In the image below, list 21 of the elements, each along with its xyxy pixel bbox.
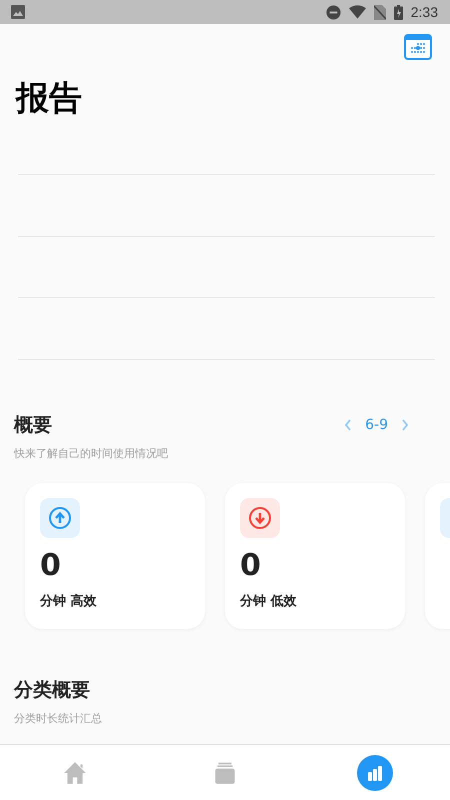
page-title: 报告 bbox=[16, 77, 83, 119]
section-title: 分类概要 bbox=[14, 678, 91, 703]
calendar-icon[interactable] bbox=[404, 34, 432, 60]
house-icon bbox=[62, 760, 88, 786]
wifi-icon bbox=[348, 5, 366, 19]
next-button[interactable] bbox=[400, 418, 410, 432]
previous-button[interactable] bbox=[343, 418, 354, 432]
section-subtitle: 快来了解自己的时间使用情况吧 bbox=[14, 446, 169, 461]
date-range: 6-9 bbox=[365, 417, 388, 433]
image-icon bbox=[11, 5, 25, 19]
stat-label: 分钟 高效 bbox=[40, 592, 98, 610]
section-subtitle: 分类时长统计汇总 bbox=[14, 711, 103, 726]
stat-label: 分钟 低效 bbox=[240, 593, 298, 610]
stat-value: 0 bbox=[240, 548, 262, 584]
bar-chart-icon bbox=[357, 755, 393, 791]
do-not-disturb-icon bbox=[326, 4, 341, 20]
stat-value: 0 bbox=[40, 548, 62, 584]
battery-icon bbox=[394, 4, 403, 20]
no-sim-icon bbox=[374, 4, 386, 20]
section-title: 概要 bbox=[14, 413, 53, 438]
status-time: 2:33 bbox=[410, 4, 438, 20]
